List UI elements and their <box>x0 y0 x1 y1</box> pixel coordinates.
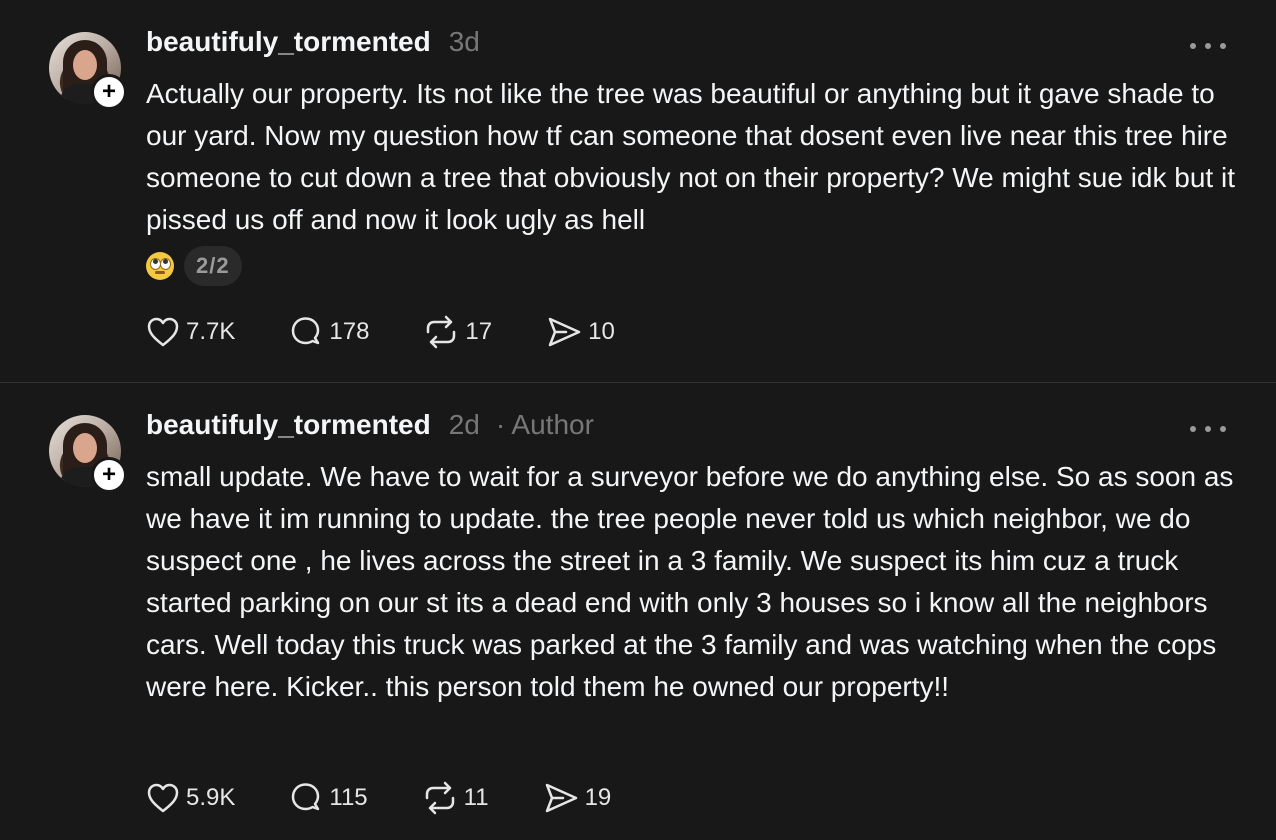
like-count: 5.9K <box>186 784 236 811</box>
action-bar: 7.7K 178 17 10 <box>146 315 669 349</box>
author-tag: · Author <box>495 409 594 440</box>
post-text-content: small update. We have to wait for a surv… <box>146 461 1234 702</box>
share-count: 19 <box>584 784 612 811</box>
thread-post: + beautifuly_tormented 2d · Author small… <box>0 383 1276 840</box>
comment-bubble-icon <box>292 317 320 345</box>
like-button[interactable]: 7.7K <box>146 316 235 348</box>
post-text-content: Actually our property. Its not like the … <box>146 78 1235 235</box>
repost-button[interactable]: 11 <box>422 781 489 815</box>
more-options-icon[interactable] <box>1190 38 1226 54</box>
heart-icon <box>147 317 179 347</box>
repost-count: 17 <box>465 318 493 345</box>
reply-count: 178 <box>329 318 370 345</box>
post-extras: 2/2 <box>146 246 242 286</box>
thread-pager: 2/2 <box>184 246 242 286</box>
username[interactable]: beautifuly_tormented <box>146 26 431 58</box>
heart-icon <box>147 783 179 813</box>
face-with-rolling-eyes-icon <box>146 252 174 280</box>
timestamp: 3d <box>448 26 480 57</box>
like-count: 7.7K <box>186 318 236 345</box>
timestamp: 2d <box>448 409 480 440</box>
more-options-icon[interactable] <box>1190 421 1226 437</box>
share-button[interactable]: 10 <box>546 315 615 349</box>
post-header: beautifuly_tormented 2d · Author <box>146 409 594 441</box>
thread-post: + beautifuly_tormented 3d Actually our p… <box>0 0 1276 383</box>
reply-button[interactable]: 115 <box>289 781 368 815</box>
follow-plus-icon[interactable]: + <box>91 457 127 493</box>
avatar-face <box>73 433 97 463</box>
reply-button[interactable]: 178 <box>289 315 369 349</box>
username[interactable]: beautifuly_tormented <box>146 409 431 441</box>
comment-bubble-icon <box>292 783 320 811</box>
avatar-face <box>73 50 97 80</box>
share-button[interactable]: 19 <box>543 781 612 815</box>
post-text: Actually our property. Its not like the … <box>146 73 1246 241</box>
share-count: 10 <box>588 318 615 345</box>
post-header: beautifuly_tormented 3d <box>146 26 480 58</box>
repost-icon <box>425 781 454 815</box>
repost-icon <box>427 315 456 349</box>
post-text: small update. We have to wait for a surv… <box>146 456 1246 708</box>
repost-count: 11 <box>463 784 489 811</box>
reply-count: 115 <box>329 784 368 811</box>
send-icon <box>548 317 581 347</box>
like-button[interactable]: 5.9K <box>146 782 235 814</box>
action-bar: 5.9K 115 11 19 <box>146 781 665 815</box>
send-icon <box>545 783 577 813</box>
repost-button[interactable]: 17 <box>423 315 492 349</box>
follow-plus-icon[interactable]: + <box>91 74 127 110</box>
